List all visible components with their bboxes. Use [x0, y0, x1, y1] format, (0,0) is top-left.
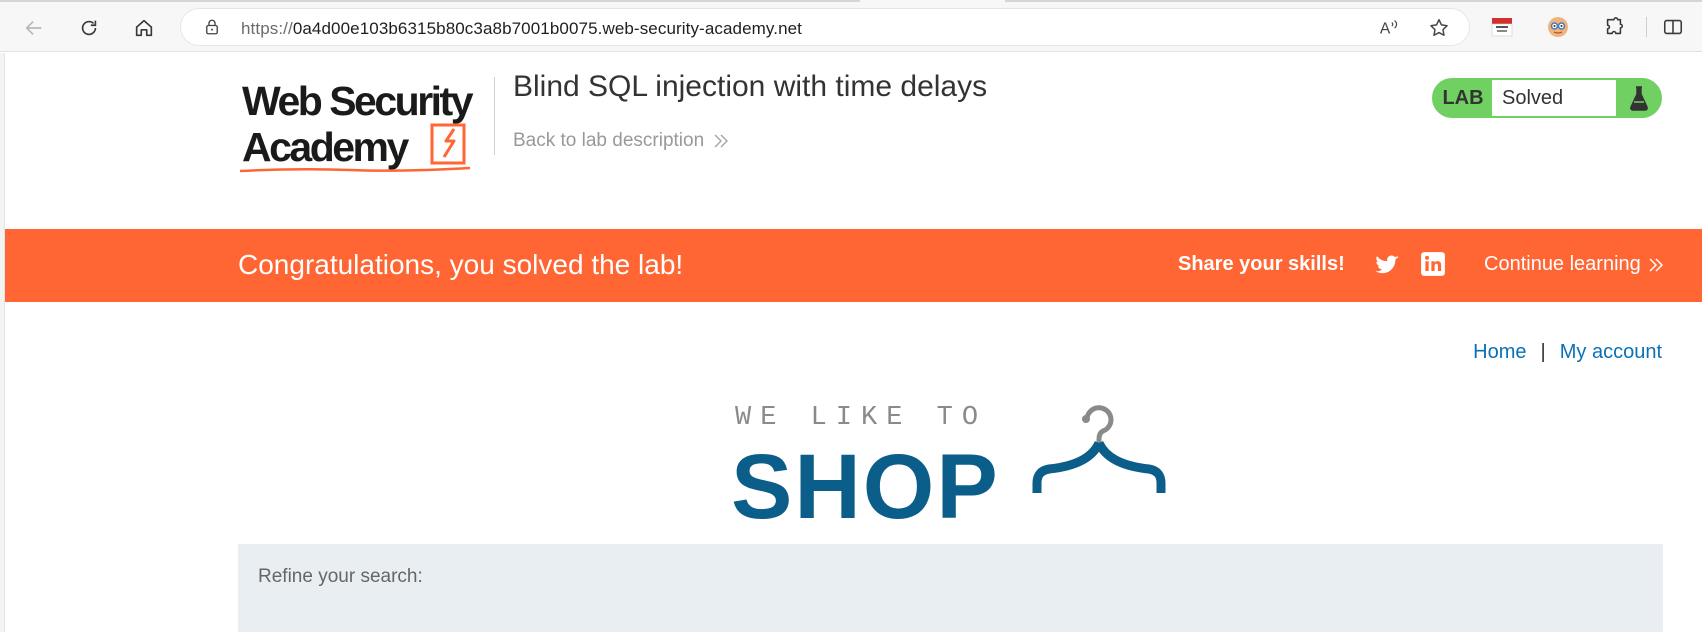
nav-separator: | — [1540, 341, 1546, 363]
double-chevron-right-icon — [1649, 257, 1663, 272]
url-text[interactable]: https://0a4d00e103b6315b80c3a8b7001b0075… — [241, 19, 802, 39]
extensions-puzzle-icon[interactable] — [1601, 14, 1627, 40]
read-aloud-icon[interactable]: A — [1378, 17, 1400, 39]
url-host: 0a4d00e103b6315b80c3a8b7001b0075.web-sec… — [292, 19, 802, 38]
continue-learning-label: Continue learning — [1484, 253, 1641, 275]
web-security-academy-logo[interactable]: Web Security Academy — [239, 75, 500, 185]
search-filter-panel: Refine your search: — [238, 544, 1663, 632]
back-to-lab-description-link[interactable]: Back to lab description — [513, 130, 730, 152]
shop-word: SHOP — [731, 436, 1000, 538]
lock-icon[interactable] — [203, 18, 221, 36]
tab-strip — [0, 0, 1702, 3]
my-account-link[interactable]: My account — [1560, 341, 1662, 364]
home-link[interactable]: Home — [1473, 341, 1526, 364]
header-divider — [494, 77, 495, 155]
page-content: Web Security Academy Blind SQL injection… — [5, 53, 1702, 632]
url-scheme: https:// — [241, 19, 293, 38]
logo-line1: Web Security — [242, 78, 474, 124]
favorite-star-icon[interactable] — [1428, 17, 1450, 39]
linkedin-icon[interactable] — [1420, 251, 1446, 277]
flask-icon — [1618, 80, 1660, 116]
extension-hon-quoc-icon[interactable] — [1489, 14, 1515, 40]
lab-status-text: Solved — [1492, 80, 1616, 116]
logo-line2: Academy — [242, 124, 410, 170]
lab-status-widget: LAB Solved — [1432, 78, 1662, 118]
back-icon[interactable] — [18, 12, 50, 44]
solved-banner: Congratulations, you solved the lab! Sha… — [5, 229, 1702, 302]
toolbar-separator — [1646, 17, 1647, 37]
share-skills-label: Share your skills! — [1178, 253, 1345, 275]
reload-icon[interactable] — [73, 12, 105, 44]
home-icon[interactable] — [128, 12, 160, 44]
refine-search-label: Refine your search: — [258, 566, 423, 587]
hanger-icon — [1032, 405, 1166, 493]
svg-text:A: A — [1380, 21, 1391, 38]
shop-tagline: WE LIKE TO — [735, 403, 988, 433]
extension-avatar-icon[interactable] — [1545, 14, 1571, 40]
continue-learning-link[interactable]: Continue learning — [1484, 253, 1665, 276]
back-link-label: Back to lab description — [513, 130, 705, 151]
browser-toolbar: https://0a4d00e103b6315b80c3a8b7001b0075… — [0, 0, 1702, 52]
top-nav-links: Home | My account — [1473, 341, 1662, 364]
congratulations-message: Congratulations, you solved the lab! — [238, 249, 684, 280]
lab-title: Blind SQL injection with time delays — [513, 70, 988, 103]
twitter-icon[interactable] — [1373, 251, 1401, 279]
address-bar[interactable]: https://0a4d00e103b6315b80c3a8b7001b0075… — [180, 8, 1470, 46]
split-screen-icon[interactable] — [1660, 14, 1686, 40]
we-like-to-shop-logo: WE LIKE TO SHOP — [731, 393, 1185, 538]
double-chevron-right-icon — [714, 134, 729, 148]
lab-label: LAB — [1442, 86, 1484, 109]
